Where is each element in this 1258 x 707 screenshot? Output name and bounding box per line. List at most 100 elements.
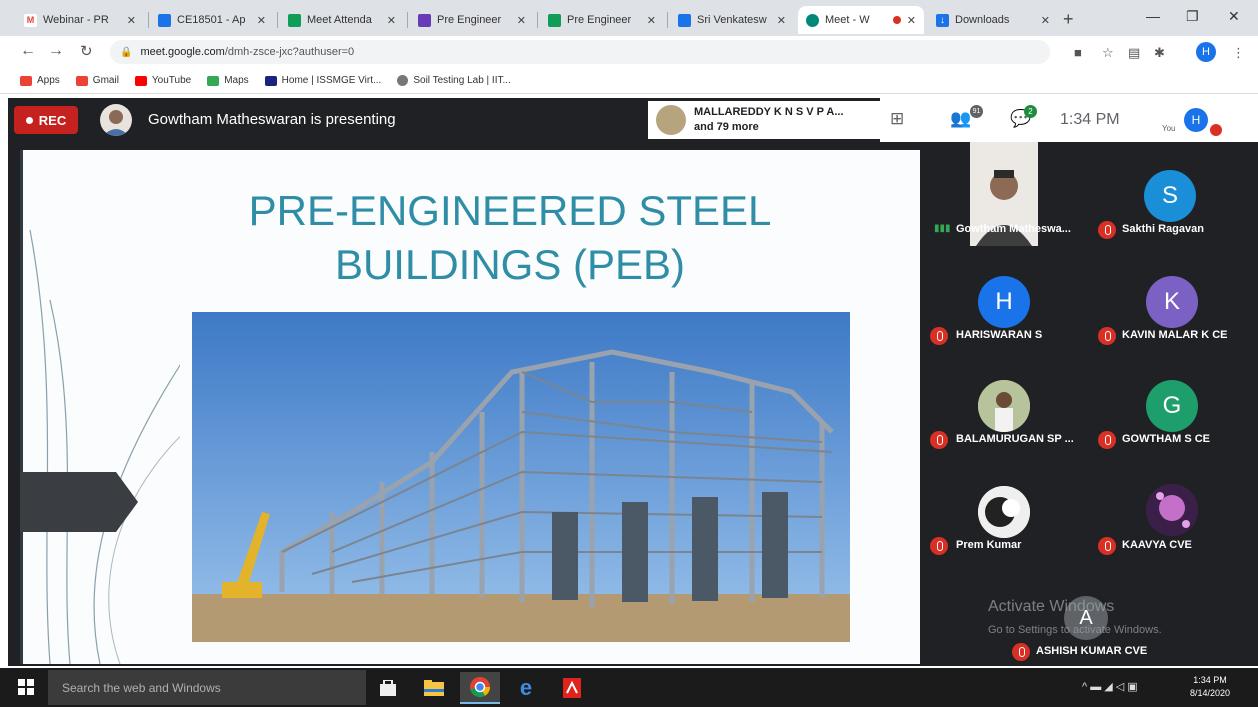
- bookmark-youtube[interactable]: YouTube: [134, 75, 191, 86]
- mic-off-icon: [1098, 537, 1116, 555]
- participants-grid: ▮▮▮ Gowtham Matheswa... S Sakthi Ragavan…: [922, 142, 1258, 666]
- close-tab-icon[interactable]: ✕: [257, 14, 266, 27]
- store-icon[interactable]: [368, 672, 408, 704]
- participant-avatar: G: [1146, 380, 1198, 432]
- you-label: You: [1162, 124, 1176, 133]
- tab-pre-engineer-sheets[interactable]: Pre Engineer ✕: [540, 6, 664, 34]
- bookmark-apps[interactable]: Apps: [20, 75, 60, 86]
- tab-pre-engineer-forms[interactable]: Pre Engineer ✕: [410, 6, 534, 34]
- gmail-icon: M: [24, 13, 37, 27]
- globe-icon: [397, 75, 409, 86]
- back-button[interactable]: ←: [20, 42, 36, 60]
- apps-icon: [20, 75, 32, 86]
- mic-off-icon: [930, 327, 948, 345]
- tab-meet-active[interactable]: Meet - W ✕: [798, 6, 924, 34]
- chat-badge: 2: [1024, 105, 1037, 118]
- self-avatar[interactable]: H: [1184, 108, 1208, 132]
- reload-button[interactable]: ↻: [80, 42, 93, 60]
- download-icon: ↓: [936, 13, 949, 27]
- bookmark-gmail[interactable]: Gmail: [75, 75, 119, 86]
- system-tray[interactable]: ^ ▬ ◢ ◁ ▣: [1082, 680, 1138, 693]
- gmail-icon: [75, 75, 88, 86]
- forms-icon: [418, 13, 431, 27]
- participant-tile[interactable]: Prem Kumar: [922, 460, 1090, 564]
- participant-tile[interactable]: KAAVYA CVE: [1090, 460, 1258, 564]
- tab-sri-venkatesw[interactable]: Sri Venkatesw ✕: [670, 6, 794, 34]
- recording-indicator[interactable]: REC: [14, 106, 78, 134]
- chrome-icon[interactable]: [460, 672, 500, 704]
- close-tab-icon[interactable]: ✕: [517, 14, 526, 27]
- mic-off-icon: [1098, 221, 1116, 239]
- reading-list-icon[interactable]: ▤: [1128, 45, 1140, 61]
- app-icon: [678, 13, 691, 27]
- mic-off-icon: [1012, 643, 1030, 661]
- address-bar[interactable]: 🔒 meet.google.com/dmh-zsce-jxc?authuser=…: [110, 40, 1050, 64]
- other-participants-chip[interactable]: MALLAREDDY K N S V P A... and 79 more: [648, 101, 888, 139]
- close-window-button[interactable]: ✕: [1228, 8, 1240, 25]
- close-tab-icon[interactable]: ✕: [907, 14, 916, 27]
- youtube-icon: [134, 75, 147, 86]
- close-tab-icon[interactable]: ✕: [1041, 14, 1050, 27]
- browser-toolbar: ← → ↻ 🔒 meet.google.com/dmh-zsce-jxc?aut…: [0, 36, 1258, 68]
- participant-tile[interactable]: G GOWTHAM S CE: [1090, 354, 1258, 458]
- presenting-status: Gowtham Matheswaran is presenting: [148, 111, 396, 128]
- tab-ce18501[interactable]: CE18501 - Ap ✕: [150, 6, 274, 34]
- participant-tile[interactable]: A ASHISH KUMAR CVE: [1006, 566, 1174, 670]
- taskbar-clock[interactable]: 1:34 PM 8/14/2020: [1190, 674, 1230, 700]
- sheets-icon: [548, 13, 561, 27]
- person-photo-icon: [103, 110, 129, 136]
- activate-windows-title: Activate Windows: [988, 598, 1115, 615]
- bookmarks-bar: Apps Gmail YouTube Maps Home | ISSMGE Vi…: [0, 68, 1258, 94]
- windows-start-icon[interactable]: [18, 679, 34, 700]
- profile-avatar[interactable]: H: [1196, 42, 1216, 62]
- bookmark-issmge[interactable]: Home | ISSMGE Virt...: [264, 75, 381, 86]
- participant-tile[interactable]: H HARISWARAN S: [922, 248, 1090, 352]
- mic-off-icon: [930, 537, 948, 555]
- maps-icon: [207, 75, 220, 86]
- close-tab-icon[interactable]: ✕: [777, 14, 786, 27]
- recording-dot-icon: [892, 16, 901, 24]
- record-dot-icon: [25, 116, 33, 124]
- bookmark-maps[interactable]: Maps: [207, 75, 249, 86]
- taskbar-search-input[interactable]: Search the web and Windows: [48, 670, 366, 705]
- bookmark-star-icon[interactable]: ☆: [1102, 45, 1114, 61]
- meet-top-bar: REC Gowtham Matheswaran is presenting MA…: [8, 98, 1258, 142]
- participant-tile[interactable]: ▮▮▮ Gowtham Matheswa...: [922, 142, 1090, 246]
- extensions-icon[interactable]: ✱: [1154, 45, 1165, 61]
- menu-dots-icon[interactable]: ⋮: [1232, 45, 1245, 61]
- bookmark-soil-testing[interactable]: Soil Testing Lab | IIT...: [397, 75, 511, 86]
- mic-off-icon: [1210, 124, 1222, 136]
- acrobat-icon[interactable]: [552, 672, 592, 704]
- activities-icon[interactable]: ⊞: [890, 109, 904, 129]
- browser-tab-strip: M Webinar - PR ✕ CE18501 - Ap ✕ Meet Atten…: [0, 0, 1258, 36]
- participant-tile[interactable]: S Sakthi Ragavan: [1090, 142, 1258, 246]
- participant-avatar: H: [978, 276, 1030, 328]
- camera-icon[interactable]: ■: [1074, 45, 1082, 60]
- restore-button[interactable]: ❐: [1186, 8, 1199, 25]
- sheets-icon: [288, 13, 301, 27]
- file-explorer-icon[interactable]: [414, 672, 454, 704]
- issmge-icon: [264, 75, 277, 86]
- lock-icon: 🔒: [120, 46, 133, 58]
- close-tab-icon[interactable]: ✕: [647, 14, 656, 27]
- edge-icon[interactable]: e: [506, 672, 546, 704]
- close-tab-icon[interactable]: ✕: [127, 14, 136, 27]
- tab-webinar[interactable]: M Webinar - PR ✕: [16, 6, 144, 34]
- mic-off-icon: [930, 431, 948, 449]
- participant-avatar: S: [1144, 170, 1196, 222]
- steel-structure-photo: [192, 312, 850, 642]
- presenter-avatar: [100, 104, 132, 136]
- tab-downloads[interactable]: ↓ Downloads ✕: [928, 6, 1058, 34]
- people-icon[interactable]: 👥: [950, 109, 971, 129]
- mic-off-icon: [1098, 327, 1116, 345]
- close-tab-icon[interactable]: ✕: [387, 14, 396, 27]
- new-tab-button[interactable]: +: [1063, 9, 1074, 30]
- minimize-button[interactable]: —: [1146, 8, 1160, 24]
- participant-tile[interactable]: K KAVIN MALAR K CE: [1090, 248, 1258, 352]
- activate-windows-subtitle: Go to Settings to activate Windows.: [988, 624, 1162, 636]
- participant-tile[interactable]: BALAMURUGAN SP ...: [922, 354, 1090, 458]
- forward-button[interactable]: →: [48, 42, 64, 60]
- presentation-stage: PRE-ENGINEERED STEEL BUILDINGS (PEB): [8, 142, 922, 666]
- slide-decoration: [20, 150, 180, 664]
- tab-meet-attendance[interactable]: Meet Attenda ✕: [280, 6, 404, 34]
